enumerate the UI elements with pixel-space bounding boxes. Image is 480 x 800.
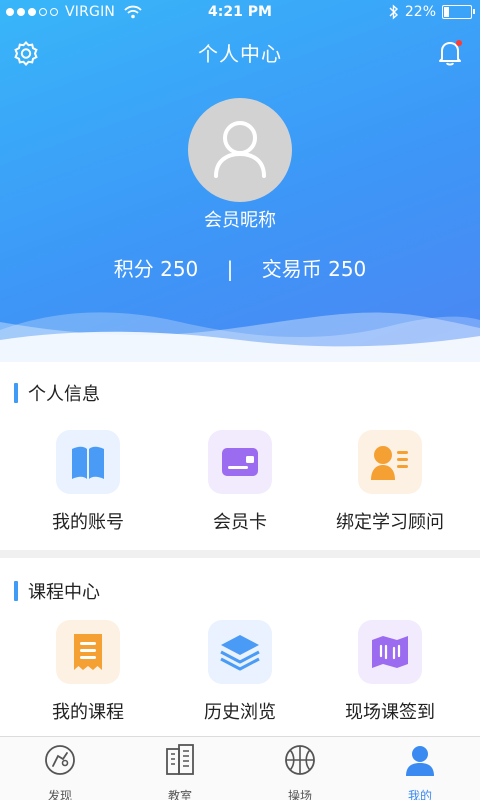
map-icon — [372, 636, 408, 668]
coins-stat[interactable]: 交易币 250 — [262, 257, 367, 281]
bind-advisor-button[interactable]: 绑定学习顾问 — [310, 430, 470, 534]
history-button[interactable]: 历史浏览 — [160, 620, 320, 724]
section-title: 课程中心 — [28, 582, 100, 603]
receipt-icon — [74, 634, 102, 670]
tab-label: 发现 — [47, 789, 72, 800]
onsite-checkin-button[interactable]: 现场课签到 — [310, 620, 470, 724]
building-icon — [166, 744, 194, 775]
nickname[interactable]: 会员昵称 — [0, 206, 480, 232]
user-silhouette-icon — [214, 121, 266, 178]
section-header: 课程中心 — [14, 578, 100, 604]
bluetooth-icon — [389, 4, 398, 20]
advisor-icon — [371, 446, 408, 480]
item-label: 会员卡 — [213, 512, 267, 533]
tile — [358, 430, 422, 494]
tab-label: 我的 — [407, 789, 432, 800]
tile — [56, 620, 120, 684]
tab-classroom[interactable]: 教室 — [120, 743, 240, 800]
wave-decoration — [0, 312, 480, 362]
section-divider — [0, 550, 480, 558]
bell-icon[interactable] — [436, 38, 464, 68]
my-account-button[interactable]: 我的账号 — [8, 430, 168, 534]
battery-icon — [442, 5, 475, 19]
item-label: 我的课程 — [52, 702, 124, 723]
tile — [208, 620, 272, 684]
personal-info-section: 个人信息 我的账号 会员卡 绑定学习顾问 — [0, 362, 480, 550]
stats-row: 积分 250 | 交易币 250 — [0, 253, 480, 282]
basketball-icon — [285, 745, 315, 775]
item-label: 绑定学习顾问 — [336, 512, 444, 533]
section-accent-bar — [14, 383, 18, 403]
tab-discover[interactable]: 发现 — [0, 743, 120, 800]
tile — [358, 620, 422, 684]
points-stat[interactable]: 积分 250 — [114, 257, 199, 281]
status-bar: VIRGIN 4:21 PM 22% — [0, 0, 480, 26]
section-accent-bar — [14, 581, 18, 601]
discover-icon — [45, 745, 75, 775]
book-icon — [72, 446, 104, 479]
layers-icon — [220, 635, 260, 671]
tab-label: 操场 — [287, 789, 312, 800]
battery-percent: 22% — [404, 4, 436, 20]
section-header: 个人信息 — [14, 380, 100, 406]
user-icon — [406, 746, 434, 776]
tile — [208, 430, 272, 494]
tab-bar: 发现 教室 操场 我的 — [0, 736, 480, 800]
section-title: 个人信息 — [28, 384, 100, 405]
tile — [56, 430, 120, 494]
card-icon — [222, 448, 258, 476]
tab-mine[interactable]: 我的 — [360, 743, 480, 800]
notification-dot — [456, 40, 462, 46]
course-center-section: 课程中心 我的课程 历史浏览 现场课签到 — [0, 558, 480, 736]
stats-separator: | — [226, 257, 234, 281]
item-label: 我的账号 — [52, 512, 124, 533]
tab-label: 教室 — [167, 789, 192, 800]
profile-header: VIRGIN 4:21 PM 22% 个人中心 会员昵称 积分 250 | 交易… — [0, 0, 480, 362]
page-title: 个人中心 — [198, 42, 282, 66]
member-card-button[interactable]: 会员卡 — [160, 430, 320, 534]
item-label: 历史浏览 — [204, 702, 276, 723]
item-label: 现场课签到 — [345, 702, 435, 723]
my-courses-button[interactable]: 我的课程 — [8, 620, 168, 724]
tab-playground[interactable]: 操场 — [240, 743, 360, 800]
avatar[interactable] — [188, 98, 292, 202]
